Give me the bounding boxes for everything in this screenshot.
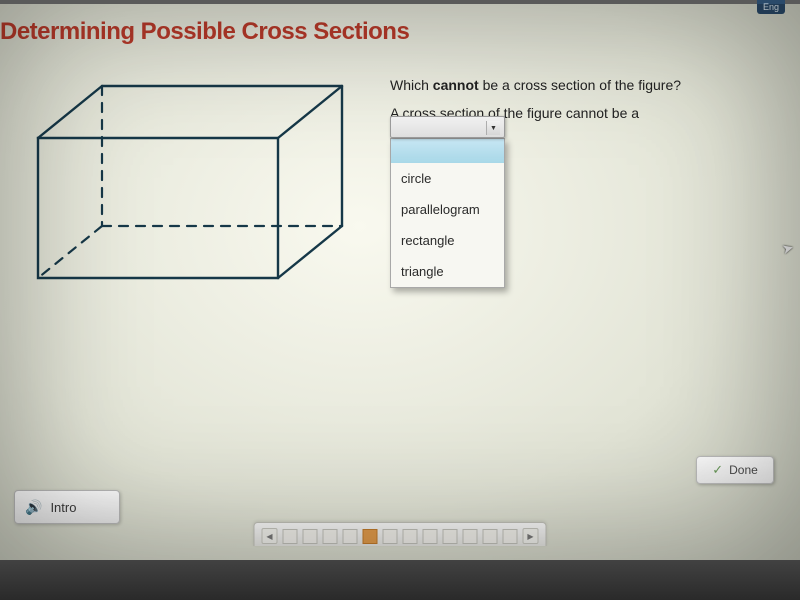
language-tab[interactable]: Eng xyxy=(757,0,785,14)
dropdown-option-triangle[interactable]: triangle xyxy=(391,256,504,287)
dropdown-option-circle[interactable]: circle xyxy=(391,163,504,194)
progress-cell[interactable] xyxy=(303,529,318,544)
nav-next-button[interactable]: ▶ xyxy=(523,528,539,544)
progress-cell[interactable] xyxy=(323,529,338,544)
done-label: Done xyxy=(729,463,758,477)
cursor-icon: ➤ xyxy=(780,239,796,258)
progress-cell[interactable] xyxy=(363,529,378,544)
q-line1-post: be a cross section of the figure? xyxy=(479,77,681,93)
progress-cell[interactable] xyxy=(383,529,398,544)
nav-prev-button[interactable]: ◀ xyxy=(262,528,278,544)
progress-cells xyxy=(283,529,518,544)
progress-cell[interactable] xyxy=(483,529,498,544)
dropdown-list: circle parallelogram rectangle triangle xyxy=(390,138,505,288)
progress-cell[interactable] xyxy=(423,529,438,544)
progress-cell[interactable] xyxy=(343,529,358,544)
progress-cell[interactable] xyxy=(503,529,518,544)
monitor-bezel xyxy=(0,560,800,600)
lesson-screen: Eng Determining Possible Cross Sections xyxy=(0,0,800,560)
dropdown-option-parallelogram[interactable]: parallelogram xyxy=(391,194,504,225)
check-icon: ✓ xyxy=(712,462,723,478)
page-title: Determining Possible Cross Sections xyxy=(0,18,409,46)
speaker-icon: 🔊 xyxy=(25,499,42,516)
dropdown-button[interactable]: ▼ xyxy=(390,116,505,138)
progress-cell[interactable] xyxy=(443,529,458,544)
progress-nav: ◀ ▶ xyxy=(254,522,547,546)
dropdown-option-rectangle[interactable]: rectangle xyxy=(391,225,504,256)
progress-cell[interactable] xyxy=(283,529,298,544)
q-line1-pre: Which xyxy=(390,77,433,93)
intro-button[interactable]: 🔊 Intro xyxy=(14,490,120,524)
q-line1-bold: cannot xyxy=(433,77,479,93)
figure-prism xyxy=(20,72,350,292)
dropdown-option-blank[interactable] xyxy=(391,139,504,163)
progress-cell[interactable] xyxy=(463,529,478,544)
answer-dropdown[interactable]: ▼ circle parallelogram rectangle triangl… xyxy=(390,116,505,288)
done-button[interactable]: ✓ Done xyxy=(696,456,774,484)
progress-cell[interactable] xyxy=(403,529,418,544)
chevron-down-icon: ▼ xyxy=(486,121,500,135)
intro-label: Intro xyxy=(50,500,76,515)
